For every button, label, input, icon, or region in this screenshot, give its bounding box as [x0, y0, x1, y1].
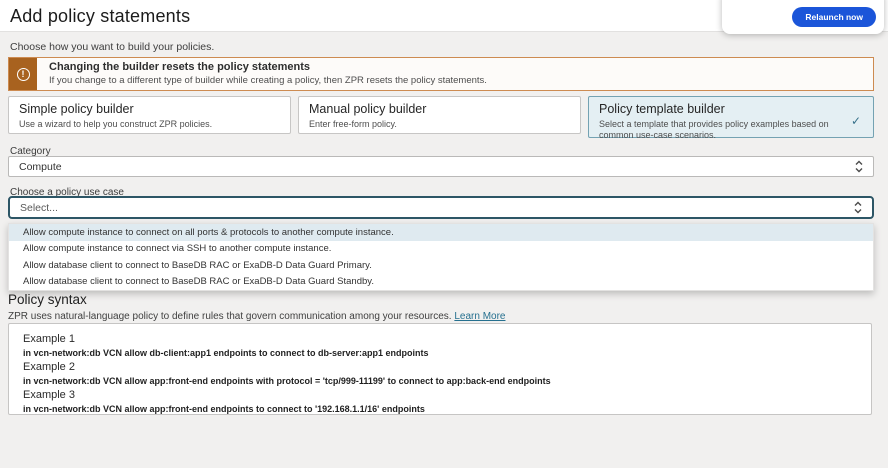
card-policy-template-builder[interactable]: Policy template builder Select a templat…: [588, 96, 874, 138]
card-title: Policy template builder: [599, 102, 863, 116]
select-chevrons-icon: [855, 160, 863, 173]
card-manual-policy-builder[interactable]: Manual policy builder Enter free-form po…: [298, 96, 581, 134]
example-statement: in vcn-network:db VCN allow app:front-en…: [23, 404, 857, 414]
select-chevrons-icon: [854, 201, 862, 214]
example-statement: in vcn-network:db VCN allow app:front-en…: [23, 376, 857, 386]
warning-icon-block: !: [9, 58, 37, 90]
warning-banner-title: Changing the builder resets the policy s…: [49, 61, 487, 73]
policy-syntax-description: ZPR uses natural-language policy to defi…: [8, 311, 506, 322]
example-statement: in vcn-network:db VCN allow db-client:ap…: [23, 348, 857, 358]
use-case-option[interactable]: Allow database client to connect to Base…: [9, 274, 873, 291]
card-description: Enter free-form policy.: [309, 119, 570, 130]
learn-more-link[interactable]: Learn More: [454, 311, 505, 322]
warning-icon: !: [17, 68, 30, 81]
use-case-option[interactable]: Allow compute instance to connect on all…: [9, 224, 873, 241]
relaunch-now-button[interactable]: Relaunch now: [792, 7, 876, 27]
use-case-dropdown-panel: Allow compute instance to connect on all…: [8, 223, 874, 291]
builder-reset-warning-banner: ! Changing the builder resets the policy…: [8, 57, 874, 91]
card-title: Simple policy builder: [19, 102, 280, 116]
example-label: Example 3: [23, 389, 857, 401]
card-description: Use a wizard to help you construct ZPR p…: [19, 119, 280, 130]
checkmark-icon: ✓: [851, 114, 861, 128]
category-select-value: Compute: [19, 161, 855, 173]
relaunch-popup: Relaunch now: [722, 0, 884, 34]
policy-syntax-description-text: ZPR uses natural-language policy to defi…: [8, 311, 452, 322]
example-label: Example 1: [23, 333, 857, 345]
builder-intro-label: Choose how you want to build your polici…: [10, 41, 214, 53]
card-title: Manual policy builder: [309, 102, 570, 116]
policy-syntax-heading: Policy syntax: [8, 292, 87, 307]
warning-banner-text: Changing the builder resets the policy s…: [37, 58, 499, 90]
warning-banner-description: If you change to a different type of bui…: [49, 75, 487, 86]
use-case-select[interactable]: Select...: [8, 196, 874, 219]
page-title: Add policy statements: [10, 6, 190, 27]
example-label: Example 2: [23, 361, 857, 373]
policy-examples-box: Example 1 in vcn-network:db VCN allow db…: [8, 323, 872, 415]
use-case-option[interactable]: Allow database client to connect to Base…: [9, 257, 873, 274]
card-simple-policy-builder[interactable]: Simple policy builder Use a wizard to he…: [8, 96, 291, 134]
add-policy-statements-page: Add policy statements Choose how you wan…: [0, 0, 888, 468]
use-case-option[interactable]: Allow compute instance to connect via SS…: [9, 241, 873, 258]
use-case-select-placeholder: Select...: [20, 202, 854, 214]
category-select[interactable]: Compute: [8, 156, 874, 177]
card-description: Select a template that provides policy e…: [599, 119, 834, 142]
